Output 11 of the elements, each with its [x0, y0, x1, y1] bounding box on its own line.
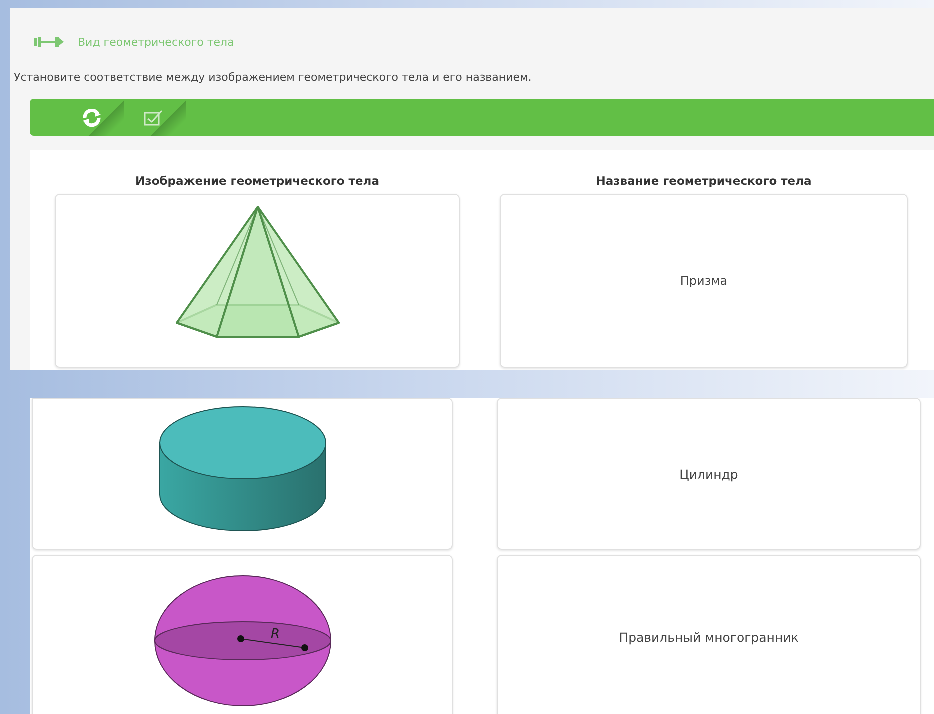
- radius-label: R: [270, 627, 280, 642]
- answer-card[interactable]: Призма: [500, 194, 908, 368]
- refresh-icon[interactable]: [82, 108, 102, 126]
- column-heading: Название геометрического тела: [595, 174, 813, 188]
- task-title: Вид геометрического тела: [78, 36, 234, 48]
- answer-card[interactable]: Правильный многогранник: [497, 555, 921, 714]
- dumbbell-icon: [34, 37, 64, 47]
- instruction-text: Установите соответствие между изображением геометрического тела и его названием.: [14, 71, 533, 85]
- answer-card[interactable]: Цилиндр: [497, 398, 921, 550]
- checklist-icon[interactable]: [144, 110, 164, 126]
- column-heading: Изображение геометрического тела: [134, 174, 380, 188]
